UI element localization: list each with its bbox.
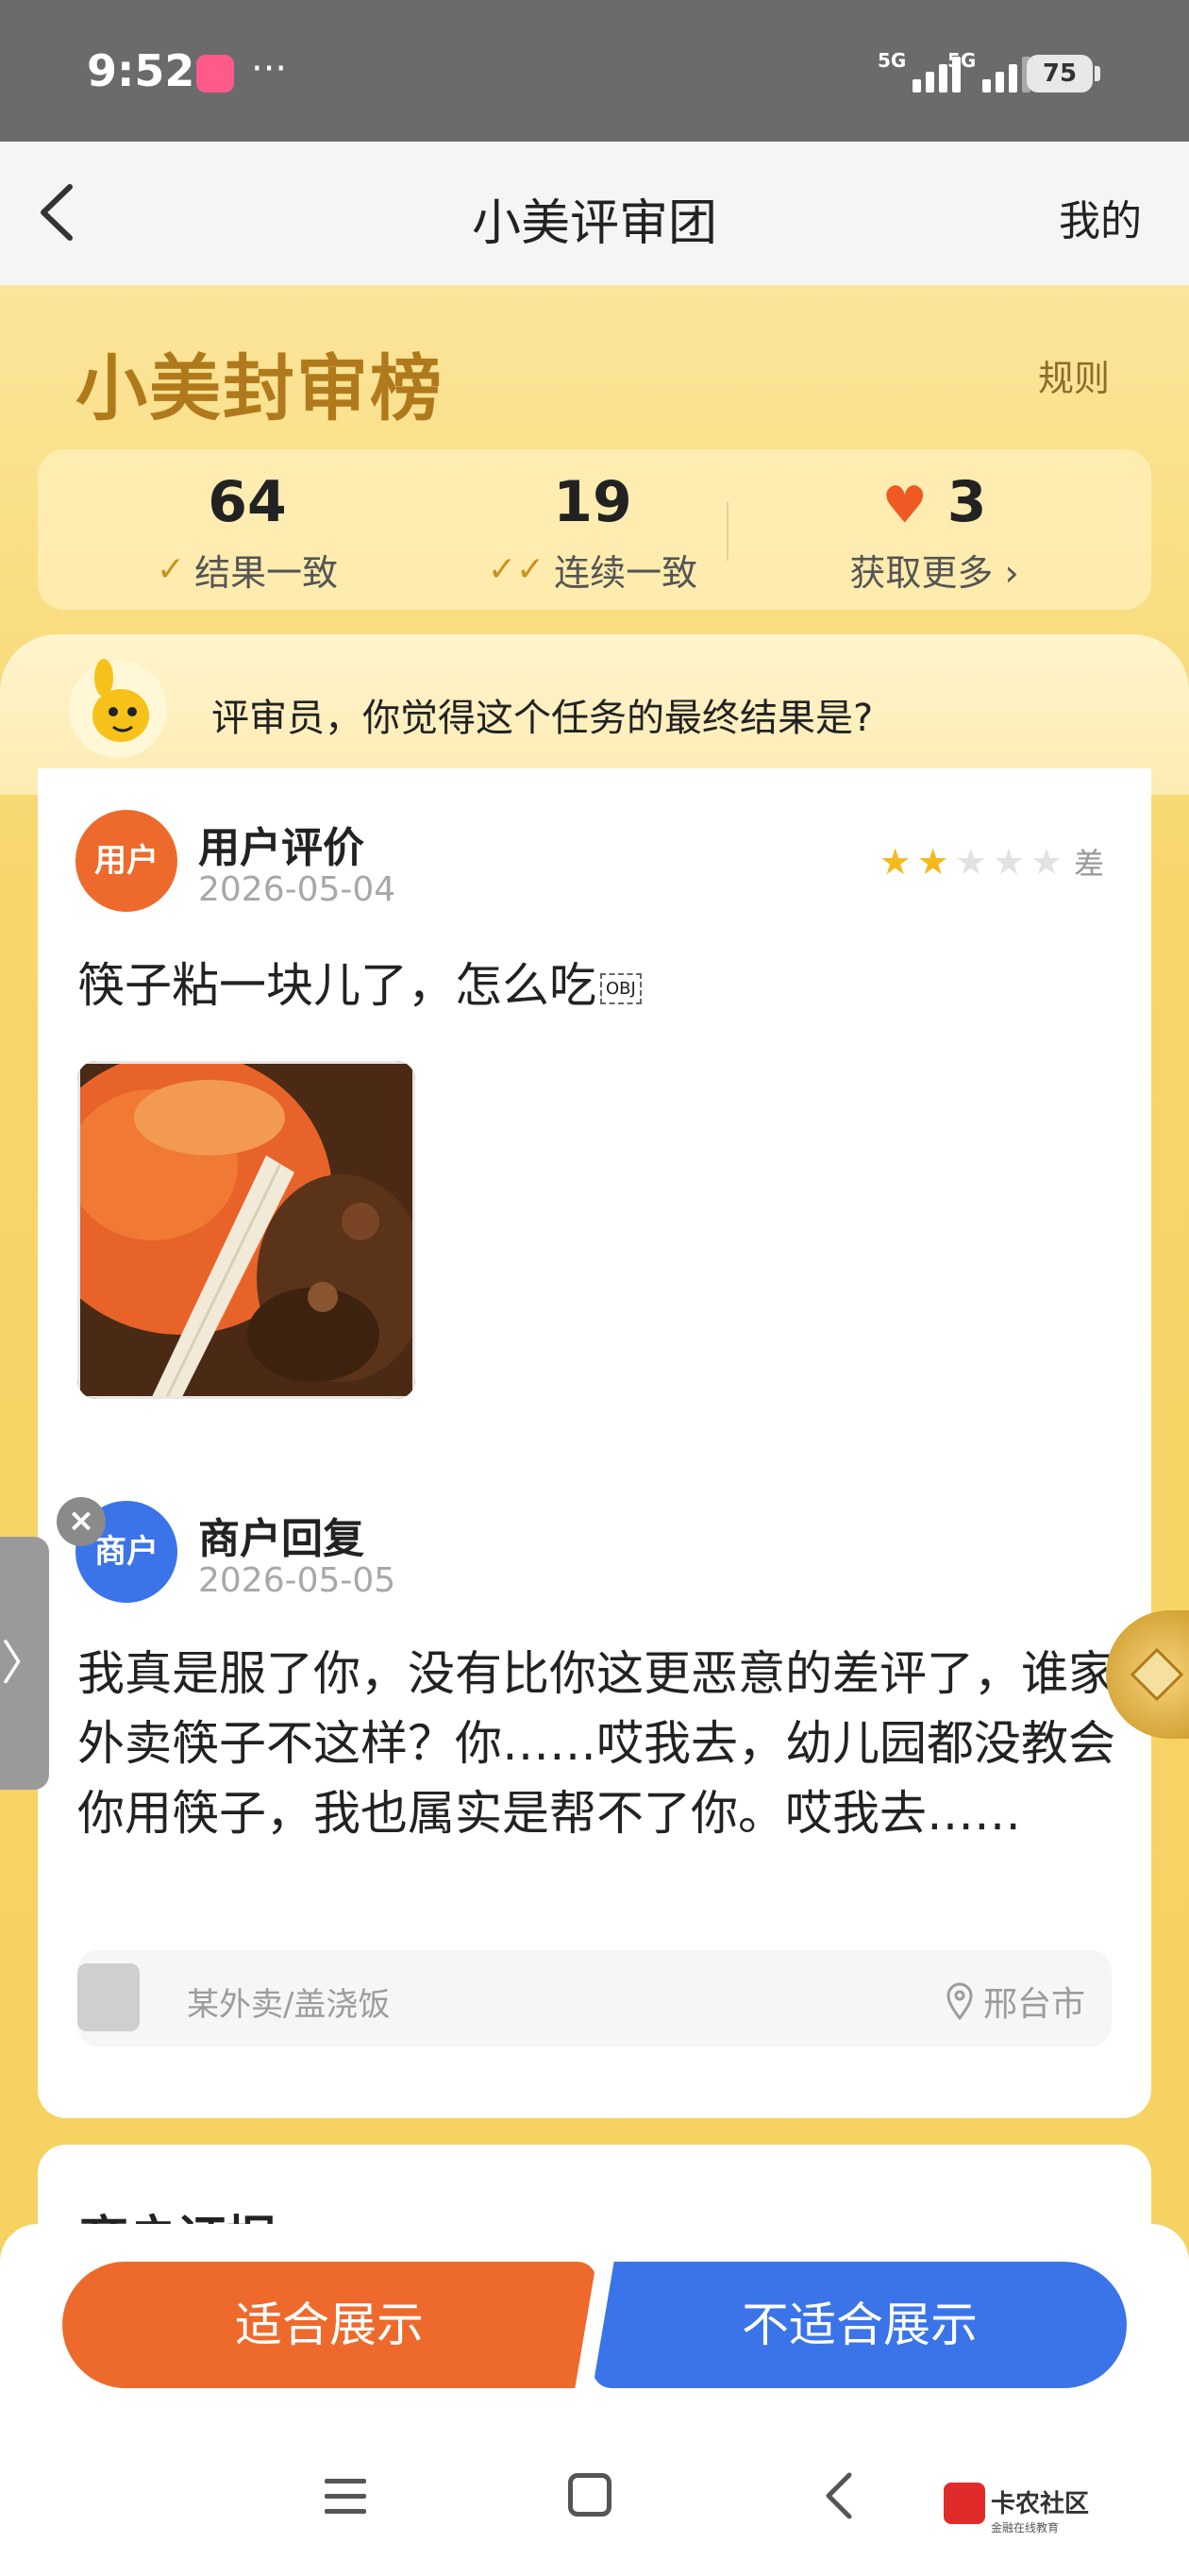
user-review-text: 筷子粘一块儿了，怎么吃 OBJ [77,948,642,1016]
food-photo-image [77,1061,415,1399]
heart-icon: ♥ [881,475,928,535]
page-title: 小美评审团 [471,195,717,252]
watermark-name: 卡农社区 [991,2490,1090,2518]
shop-icon [77,1963,140,2031]
watermark-logo [944,2483,985,2524]
user-review-title: 用户评价 [198,824,364,872]
get-more-link[interactable]: 获取更多 › [849,544,1018,596]
review-text: 筷子粘一块儿了，怎么吃 [77,958,596,1013]
location-text: 邢台市 [982,1985,1085,2024]
star-icon: ★ [992,841,1025,883]
close-icon[interactable]: × [57,1497,106,1546]
object-placeholder: OBJ [600,973,642,1004]
stat-label: 结果一致 [194,552,339,594]
side-drawer-handle[interactable]: 〉 [0,1537,49,1790]
more-notifications-icon: ··· [251,47,288,91]
mascot-icon [69,659,167,758]
check-icon: ✓ [156,550,186,589]
star-icon: ★ [879,841,912,883]
stats-divider [727,502,728,561]
stat-value: 3 [946,469,987,535]
rating-label: 差 [1073,846,1104,882]
stat-value: 19 [553,469,632,535]
back-nav-icon[interactable] [817,2467,864,2524]
user-review-date: 2026-05-04 [198,870,396,909]
action-bar: 适合展示 不适合展示 [0,2224,1189,2426]
stats-panel: 64 ✓ 结果一致 19 ✓✓ 连续一致 ♥ 3 获取更多 › [38,449,1151,610]
rating-stars: ★ ★ ★ ★ ★ 差 [879,840,1104,884]
status-bar: 9:52 ··· 5G 5G 75 [0,0,1189,142]
mine-link[interactable]: 我的 [1059,187,1142,247]
watermark: 卡农社区 金融在线教育 [991,2484,1089,2535]
stat-value: 64 [208,469,287,535]
signal-icon-sim2: 5G [947,49,1031,93]
unsuitable-button[interactable]: 不适合展示 [593,2262,1127,2388]
double-check-icon: ✓✓ [487,550,545,589]
shop-category: 某外卖/盖浇饭 [187,1986,391,2024]
star-icon: ★ [1030,841,1063,883]
home-icon[interactable] [568,2473,611,2517]
question-text: 评审员，你觉得这个任务的最终结果是? [211,697,874,740]
stat-hearts[interactable]: ♥ 3 获取更多 › [793,449,1076,596]
stat-result-consistent: 64 ✓ 结果一致 [106,449,389,596]
system-nav-bar: 卡农社区 金融在线教育 [0,2426,1189,2576]
star-icon: ★ [916,841,949,883]
watermark-sub: 金融在线教育 [991,2521,1060,2534]
stat-label: 连续一致 [554,552,698,594]
stat-streak: 19 ✓✓ 连续一致 [451,449,734,596]
rules-link[interactable]: 规则 [1038,349,1110,401]
merchant-reply-date: 2026-05-05 [198,1561,396,1600]
merchant-reply-text: 我真是服了你，没有比你这更恶意的差评了，谁家外卖筷子不这样？你……哎我去，幼儿园… [77,1646,1115,1841]
suitable-button[interactable]: 适合展示 [62,2262,596,2388]
brand-title: 小美封审榜 [75,346,444,430]
user-avatar: 用户 [75,810,177,912]
status-time: 9:52 [87,45,195,96]
location: 邢台市 [946,1977,1085,2026]
nav-bar: 小美评审团 我的 [0,142,1189,285]
shop-info-bar: 某外卖/盖浇饭 邢台市 [77,1950,1112,2046]
menu-icon[interactable] [325,2479,366,2524]
star-icon: ★ [954,841,987,883]
battery-icon: 75 [1027,55,1100,93]
app-notification-icon [196,55,234,93]
location-pin-icon [946,1982,973,2020]
merchant-reply-title: 商户回复 [198,1515,364,1563]
review-photo[interactable] [77,1061,415,1399]
